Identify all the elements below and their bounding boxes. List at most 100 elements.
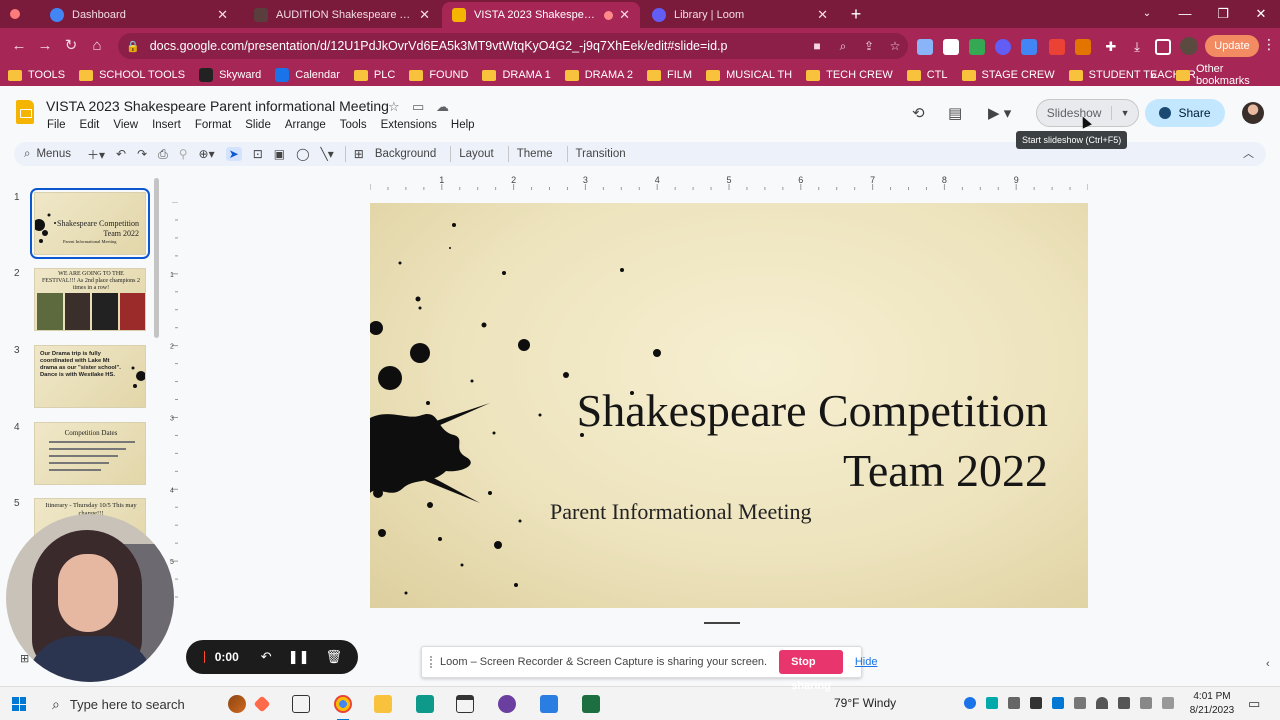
stop-sharing-button[interactable]: Stop sharing [779, 650, 843, 692]
transition-button[interactable]: Transition [576, 148, 626, 160]
music-app-icon[interactable] [416, 695, 434, 713]
account-avatar[interactable] [1242, 102, 1264, 124]
insert-comment-icon[interactable]: ⊞ [354, 147, 364, 161]
bookmark-item[interactable]: STAGE CREW [961, 69, 1055, 81]
more-bookmarks-button[interactable]: » [1150, 64, 1157, 86]
tray-app-icon[interactable] [1030, 697, 1042, 709]
chrome-taskbar-icon[interactable] [334, 695, 352, 720]
extension-5-icon[interactable] [1021, 39, 1037, 55]
slide-thumbnail-1[interactable]: Shakespeare Competition Team 2022 Parent… [30, 188, 150, 259]
app-purple-icon[interactable] [498, 695, 516, 713]
forward-icon[interactable]: → [32, 33, 58, 59]
slides-logo-icon[interactable] [16, 100, 34, 124]
address-bar[interactable]: 🔒 docs.google.com/presentation/d/12U1PdJ… [118, 33, 908, 59]
tab-audition[interactable]: AUDITION Shakespeare Team - B ✕ [244, 2, 440, 28]
theme-button[interactable]: Theme [517, 148, 553, 160]
speaker-notes-handle[interactable] [704, 622, 740, 624]
volume-icon[interactable] [1118, 697, 1130, 709]
meet-camera-icon[interactable]: ▶ ▾ [988, 104, 1011, 122]
redo-icon[interactable]: ↷ [137, 147, 147, 161]
trash-icon[interactable]: 🗑 [325, 649, 342, 665]
bookmark-star-icon[interactable]: ☆ [882, 39, 908, 53]
minimize-button[interactable]: — [1166, 0, 1204, 28]
bookmark-item[interactable]: CTL [906, 69, 948, 81]
collapse-toolbar-icon[interactable]: ︿ [1243, 145, 1254, 161]
excel-icon[interactable] [582, 695, 600, 713]
line-tool-icon[interactable]: ╲▾ [321, 147, 334, 161]
maximize-button[interactable]: ❐ [1204, 0, 1242, 28]
star-icon[interactable]: ☆ [388, 99, 400, 115]
url-text[interactable]: docs.google.com/presentation/d/12U1PdJkO… [150, 39, 804, 53]
menu-format[interactable]: Format [188, 117, 238, 133]
menu-view[interactable]: View [106, 117, 145, 133]
widget-icon[interactable] [253, 695, 271, 713]
insert-image-icon[interactable]: ▣ [274, 147, 285, 161]
reload-icon[interactable]: ↻ [58, 33, 84, 59]
tab-search-icon[interactable]: ⌄ [1128, 0, 1166, 28]
other-bookmarks[interactable]: Other bookmarks [1176, 63, 1280, 87]
update-button[interactable]: Update [1205, 35, 1259, 57]
profile-avatar[interactable] [1180, 37, 1198, 55]
extension-6-icon[interactable] [1049, 39, 1065, 55]
tray-app-icon[interactable] [1140, 697, 1152, 709]
back-icon[interactable]: ← [6, 33, 32, 59]
undo-icon[interactable]: ↶ [116, 147, 126, 161]
close-tab-icon[interactable]: ✕ [419, 7, 430, 23]
new-slide-icon[interactable]: ＋▾ [87, 146, 105, 163]
extension-2-icon[interactable] [943, 39, 959, 55]
tray-app-icon[interactable] [1162, 697, 1174, 709]
battery-icon[interactable] [1074, 697, 1086, 709]
menu-help[interactable]: Help [444, 117, 482, 133]
text-box-icon[interactable]: ⊡ [253, 147, 263, 161]
download-icon[interactable]: ⤓ [1129, 39, 1145, 55]
zoom-icon[interactable]: ⊕▾ [199, 147, 215, 161]
weather-widget[interactable]: 79°F Windy [834, 696, 896, 710]
side-panel-toggle-icon[interactable]: ‹ [1266, 658, 1270, 670]
close-tab-icon[interactable]: ✕ [619, 7, 630, 23]
background-button[interactable]: Background [375, 148, 436, 160]
windows-start-icon[interactable] [12, 697, 26, 711]
tab-vista-slides[interactable]: VISTA 2023 Shakespeare Par ✕ [442, 2, 640, 28]
extension-7-icon[interactable] [1075, 39, 1091, 55]
menu-tools[interactable]: Tools [333, 117, 374, 133]
paint-format-icon[interactable]: ⚲ [179, 147, 188, 161]
slide-thumbnail-3[interactable]: Our Drama trip is fully coordinated with… [34, 345, 146, 408]
clock[interactable]: 4:01 PM 8/21/2023 [1184, 690, 1240, 718]
bookmark-item[interactable]: SCHOOL TOOLS [79, 69, 185, 81]
bookmark-item[interactable]: Calendar [275, 68, 340, 82]
menu-file[interactable]: File [40, 117, 73, 133]
pause-icon[interactable]: ❚❚ [288, 649, 310, 665]
horizontal-ruler[interactable]: 1 2 3 4 5 6 7 8 9 [370, 176, 1088, 190]
tab-dashboard[interactable]: Dashboard ✕ [40, 2, 238, 28]
menu-insert[interactable]: Insert [145, 117, 188, 133]
shape-icon[interactable]: ◯ [296, 147, 309, 161]
tray-app-icon[interactable] [986, 697, 998, 709]
hide-link[interactable]: Hide [855, 656, 878, 668]
bookmark-item[interactable]: DRAMA 2 [564, 69, 633, 81]
slide-subtitle[interactable]: Parent Informational Meeting [550, 499, 811, 525]
tray-app-icon[interactable] [964, 697, 976, 709]
grid-view-icon[interactable]: ⊞ [20, 652, 32, 665]
move-folder-icon[interactable]: ▭ [412, 99, 424, 115]
wifi-icon[interactable] [1096, 697, 1108, 709]
slideshow-dropdown-icon[interactable]: ▼ [1112, 108, 1138, 118]
bookmark-item[interactable]: FILM [647, 69, 692, 81]
select-tool-icon[interactable]: ➤ [225, 147, 242, 161]
task-view-icon[interactable] [292, 695, 310, 713]
filmstrip-scrollbar[interactable] [154, 178, 159, 338]
stop-recording-icon[interactable] [204, 651, 205, 663]
slide-canvas[interactable]: Shakespeare Competition Team 2022 Parent… [370, 203, 1088, 608]
taskbar-search[interactable]: ⌕ Type here to search [44, 689, 224, 719]
app-window-icon[interactable] [456, 695, 474, 713]
close-tab-icon[interactable]: ✕ [217, 7, 228, 23]
extension-1-icon[interactable] [917, 39, 933, 55]
chrome-menu-icon[interactable]: ⋮ [1262, 36, 1276, 53]
close-tab-icon[interactable]: ✕ [817, 7, 828, 23]
extension-loom-icon[interactable] [995, 39, 1011, 55]
share-button[interactable]: Share [1145, 99, 1225, 127]
camera-icon[interactable]: ■ [804, 39, 830, 53]
side-panel-icon[interactable] [1155, 39, 1171, 55]
file-explorer-icon[interactable] [374, 695, 392, 713]
slideshow-label[interactable]: Slideshow [1037, 106, 1113, 120]
tab-loom-library[interactable]: Library | Loom ✕ [642, 2, 838, 28]
